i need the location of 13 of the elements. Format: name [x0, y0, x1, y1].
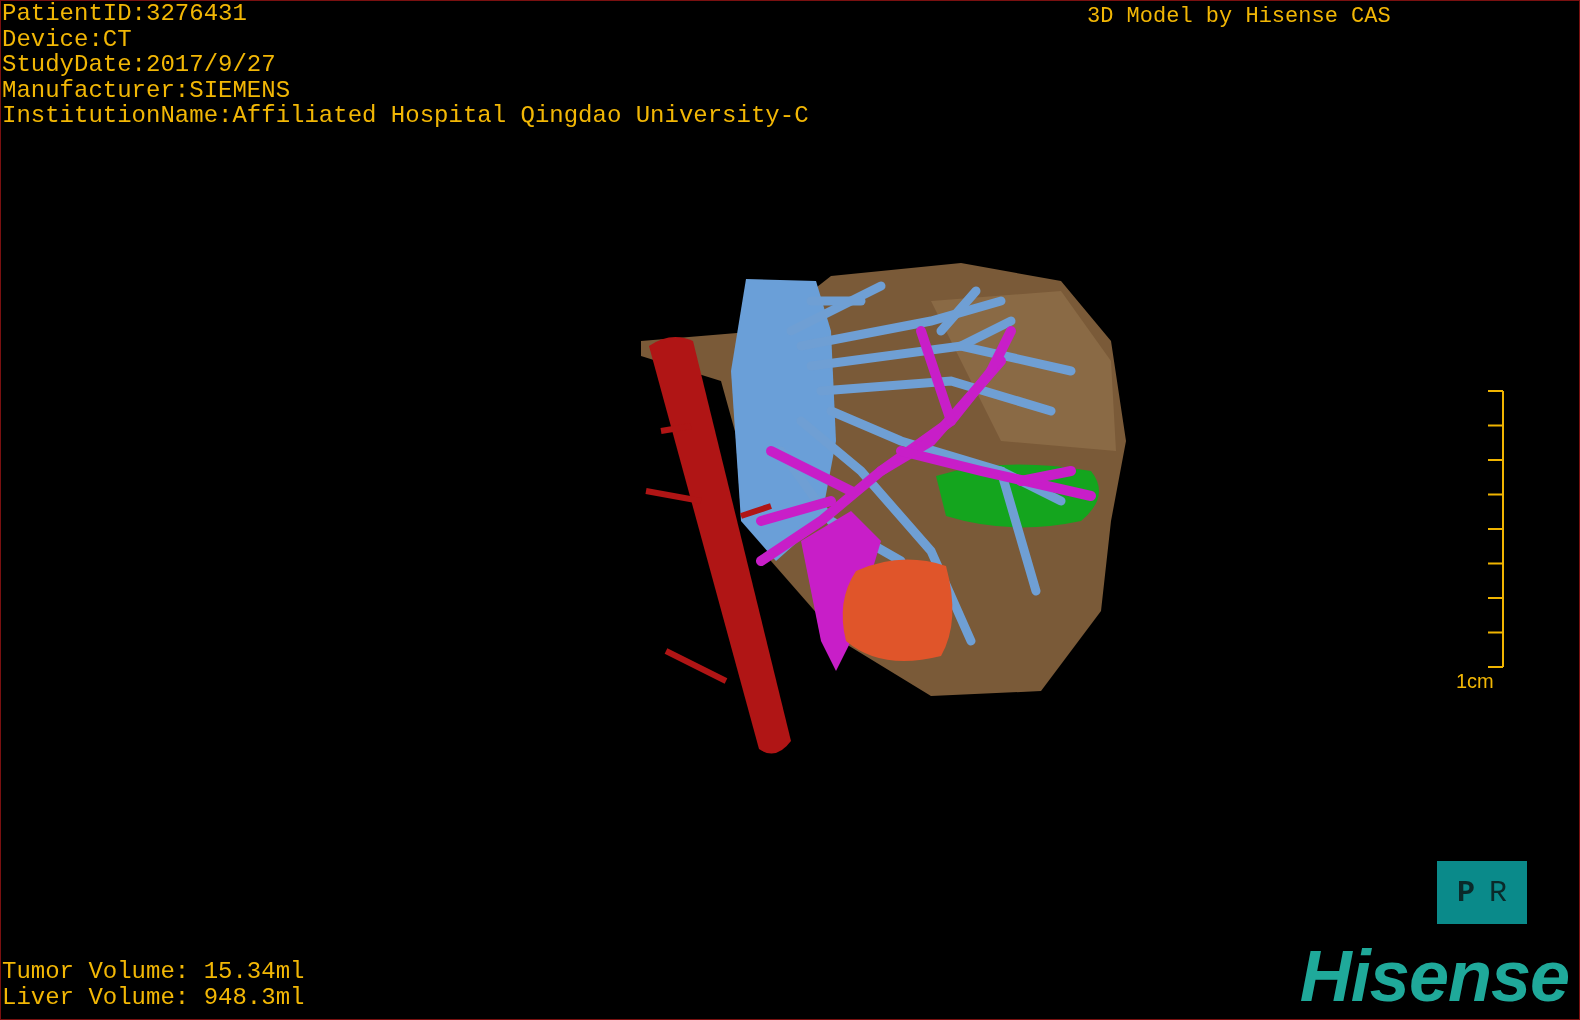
- orientation-label: R: [1489, 875, 1507, 910]
- patient-info-text: StudyDate:2017/9/27: [2, 52, 276, 78]
- model-title: 3D Model by Hisense CAS: [1087, 3, 1391, 31]
- orientation-label: P: [1457, 875, 1475, 910]
- patient-info-text: PatientID:3276431: [2, 1, 247, 27]
- brand-logo: Hisense: [1299, 937, 1570, 1015]
- patient-info-text: Manufacturer:SIEMENS: [2, 77, 291, 103]
- scale-label: 1cm: [1456, 669, 1494, 693]
- patient-info-text: Device:CT: [2, 26, 132, 52]
- volume-text: Tumor Volume: 15.34ml: [2, 959, 305, 985]
- volume-text: Liver Volume: 948.3ml: [2, 984, 305, 1010]
- orientation-cube[interactable]: P R: [1437, 861, 1527, 924]
- patient-info-text: InstitutionName:Affiliated Hospital Qingdao University-C: [2, 103, 809, 129]
